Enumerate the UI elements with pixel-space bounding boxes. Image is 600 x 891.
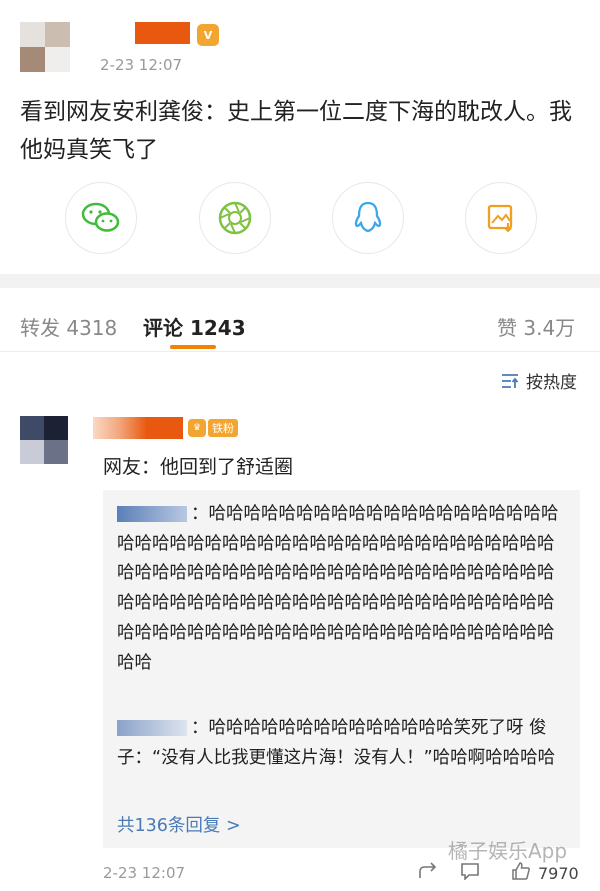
tab-comments[interactable]: 评论 1243 (143, 312, 246, 341)
poster-username[interactable] (95, 22, 190, 44)
comment-bubble-icon (461, 863, 479, 881)
thumbs-up-icon (512, 862, 530, 880)
save-image-icon (487, 204, 513, 233)
fan-badge-label: 铁粉 (208, 419, 238, 437)
share-row (0, 182, 600, 258)
post-text: 看到网友安利龚俊：史上第一位二度下海的耽改人。我他妈真笑飞了 (20, 99, 572, 163)
watermark: 橘子娱乐App (448, 839, 568, 863)
share-arrow-icon (419, 862, 437, 878)
qq-share-button[interactable] (332, 182, 404, 254)
tabs-divider (0, 351, 600, 352)
wechat-icon (81, 202, 120, 232)
sort-label: 按热度 (526, 373, 577, 393)
save-image-share-button[interactable] (465, 182, 537, 254)
reply-icon[interactable] (418, 862, 438, 885)
moments-share-button[interactable] (199, 182, 271, 254)
qq-icon (354, 201, 382, 233)
sort-button[interactable]: 按热度 (500, 368, 577, 393)
sort-icon (502, 373, 519, 388)
commenter-username[interactable] (93, 417, 183, 439)
moments-icon (218, 201, 252, 235)
vip-badge-icon: V (197, 24, 219, 46)
reply-item: ：哈哈哈哈哈哈哈哈哈哈哈哈哈哈哈哈哈哈哈哈哈哈哈哈哈哈哈哈哈哈哈哈哈哈哈哈哈哈哈… (117, 500, 567, 678)
like-button[interactable] (511, 862, 531, 885)
comment-icon[interactable] (460, 862, 480, 885)
reply-username[interactable] (117, 720, 187, 736)
replies-box[interactable]: ：哈哈哈哈哈哈哈哈哈哈哈哈哈哈哈哈哈哈哈哈哈哈哈哈哈哈哈哈哈哈哈哈哈哈哈哈哈哈哈… (103, 490, 580, 848)
reply-username[interactable] (117, 506, 187, 522)
fan-badge: ♛ 铁粉 (188, 418, 238, 438)
tab-repost[interactable]: 转发 4318 (20, 312, 117, 341)
comment-timestamp: 2-23 12:07 (103, 864, 186, 882)
commenter-avatar[interactable] (20, 416, 68, 464)
tab-likes[interactable]: 赞 3.4万 (497, 312, 575, 341)
wechat-share-button[interactable] (65, 182, 137, 254)
active-tab-indicator (170, 345, 216, 349)
section-divider (0, 274, 600, 288)
reply-text: ：哈哈哈哈哈哈哈哈哈哈哈哈哈哈哈哈哈哈哈哈哈哈哈哈哈哈哈哈哈哈哈哈哈哈哈哈哈哈哈… (117, 504, 559, 673)
like-count: 7970 (538, 864, 579, 883)
post-timestamp: 2-23 12:07 (100, 56, 183, 74)
reply-item: ：哈哈哈哈哈哈哈哈哈哈哈哈哈哈笑死了呀 俊子：“没有人比我更懂这片海！没有人！”… (117, 714, 567, 773)
comment-text: 网友：他回到了舒适圈 (103, 456, 294, 478)
poster-avatar[interactable] (20, 22, 70, 72)
crown-icon: ♛ (188, 419, 206, 437)
